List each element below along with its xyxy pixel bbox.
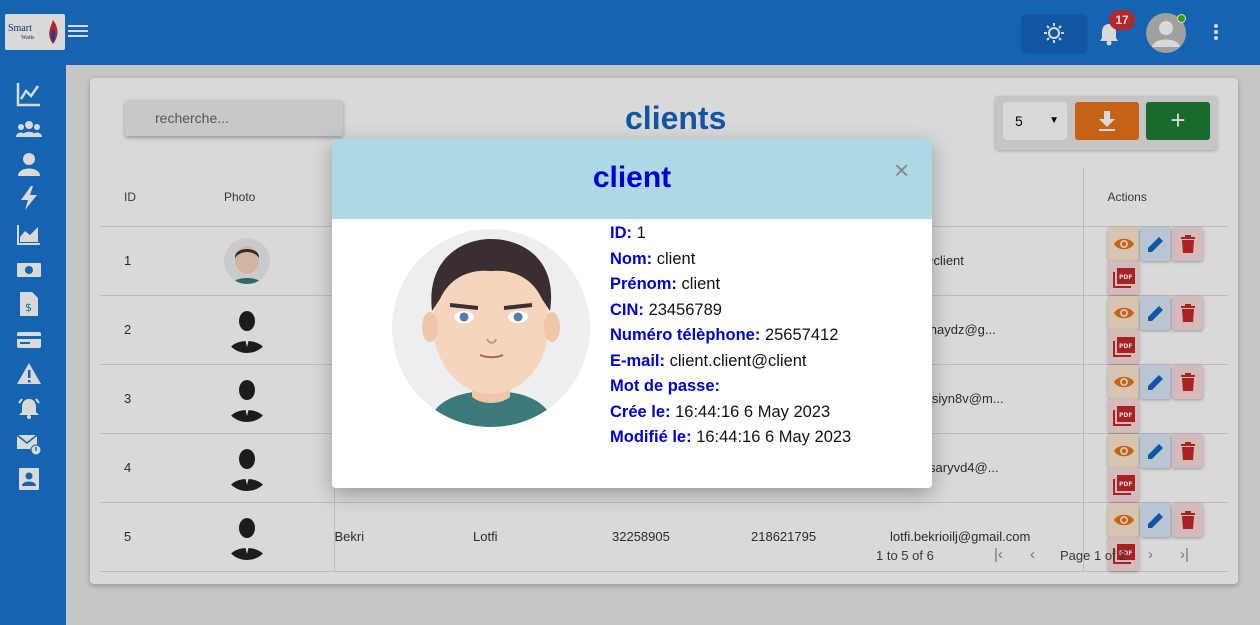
client-photo bbox=[422, 239, 560, 427]
detail-value: client bbox=[656, 249, 696, 268]
detail-value: 16:44:16 6 May 2023 bbox=[675, 402, 831, 421]
detail-value: client.client@client bbox=[669, 351, 807, 370]
detail-row: ID: 1 bbox=[610, 221, 851, 247]
detail-value: 25657412 bbox=[764, 326, 839, 344]
detail-value: 16:44:16 6 May 2023 bbox=[696, 428, 852, 446]
client-avatar bbox=[392, 229, 590, 427]
detail-label: E-mail: bbox=[610, 351, 666, 370]
detail-value: client bbox=[681, 275, 721, 293]
detail-row: Nom: client bbox=[610, 247, 851, 273]
client-details-modal: client × ID: 1 Nom: client Prénom: client C… bbox=[332, 139, 932, 488]
detail-row: E-mail: client.client@client bbox=[610, 349, 851, 375]
detail-value: 1 bbox=[636, 224, 646, 242]
detail-label: Nom: bbox=[610, 249, 653, 268]
detail-row: CIN: 23456789 bbox=[610, 298, 851, 324]
client-details: ID: 1 Nom: client Prénom: client CIN: 23456… bbox=[610, 221, 851, 451]
detail-row: Numéro télèphone: 25657412 bbox=[610, 323, 851, 349]
detail-row: Crée le: 16:44:16 6 May 2023 bbox=[610, 400, 851, 426]
detail-label: ID: bbox=[610, 224, 632, 242]
modal-title: client bbox=[592, 161, 672, 194]
modal-header: client × bbox=[332, 139, 932, 219]
detail-value: 23456789 bbox=[648, 300, 722, 319]
detail-row: Mot de passe: bbox=[610, 374, 851, 400]
detail-label: Prénom: bbox=[610, 275, 677, 293]
detail-label: CIN: bbox=[610, 300, 644, 319]
detail-label: Crée le: bbox=[610, 402, 671, 421]
detail-label: Numéro télèphone: bbox=[610, 326, 761, 344]
detail-row: Prénom: client bbox=[610, 272, 851, 298]
close-icon[interactable]: × bbox=[894, 155, 909, 186]
detail-label: Modifié le: bbox=[610, 428, 692, 446]
detail-label: Mot de passe: bbox=[610, 377, 721, 395]
detail-row: Modifié le: 16:44:16 6 May 2023 bbox=[610, 425, 851, 451]
